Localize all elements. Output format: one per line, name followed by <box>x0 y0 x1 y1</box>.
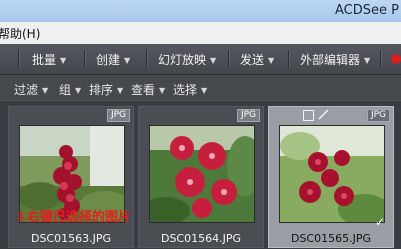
caret-down-icon: ▼ <box>117 86 124 95</box>
slideshow-label: 幻灯放映 <box>158 53 207 67</box>
thumbnail-filename: DSC01564.JPG <box>160 232 242 245</box>
window-title: ACDSee P <box>335 3 399 18</box>
thumbnail-grid: JPG DSC01563.JPG JPG DSC01564.JPG JPG ✓ … <box>0 103 401 249</box>
batch-menu-button[interactable]: 批量 ▼ <box>32 51 66 68</box>
select-menu-button[interactable]: 选择 ▼ <box>173 81 207 98</box>
toolbar-separator <box>380 50 381 68</box>
caret-down-icon: ▼ <box>60 56 67 65</box>
toolbar-separator <box>18 50 19 68</box>
menu-help[interactable]: 帮助(H) <box>0 25 40 42</box>
send-label: 发送 <box>240 53 265 67</box>
select-checkbox[interactable] <box>303 110 314 121</box>
thumbnail-item[interactable]: JPG <box>8 106 134 248</box>
caret-down-icon: ▼ <box>124 56 131 65</box>
menu-bar: 帮助(H) <box>0 22 401 45</box>
view-label: 查看 <box>131 83 156 97</box>
caret-down-icon: ▼ <box>364 56 371 65</box>
thumbnail-image <box>149 125 255 223</box>
batch-label: 批量 <box>32 53 57 67</box>
sort-label: 排序 <box>89 83 114 97</box>
red-circle-icon[interactable] <box>391 54 401 64</box>
send-menu-button[interactable]: 发送 ▼ <box>240 51 274 68</box>
main-toolbar: 批量 ▼ 创建 ▼ 幻灯放映 ▼ 发送 ▼ 外部编辑器 ▼ <box>0 44 401 75</box>
create-menu-button[interactable]: 创建 ▼ <box>96 51 130 68</box>
thumbnail-filename: DSC01565.JPG <box>290 232 372 245</box>
external-editor-label: 外部编辑器 <box>300 53 361 67</box>
thumbnail-item[interactable]: JPG <box>138 106 264 248</box>
toolbar-separator <box>228 50 229 68</box>
group-menu-button[interactable]: 组 ▼ <box>59 81 81 98</box>
group-label: 组 <box>59 83 72 97</box>
caret-down-icon: ▼ <box>210 56 217 65</box>
filter-label: 过滤 <box>14 83 39 97</box>
select-label: 选择 <box>173 83 198 97</box>
sort-menu-button[interactable]: 排序 ▼ <box>89 81 123 98</box>
caret-down-icon: ▼ <box>268 56 275 65</box>
title-bar: ACDSee P <box>0 0 401 22</box>
toolbar-separator <box>146 50 147 68</box>
toolbar-separator <box>288 50 289 68</box>
file-type-badge: JPG <box>106 109 130 122</box>
external-editor-menu-button[interactable]: 外部编辑器 ▼ <box>300 51 370 68</box>
caret-down-icon: ▼ <box>42 86 49 95</box>
filter-menu-button[interactable]: 过滤 ▼ <box>14 81 48 98</box>
file-type-badge: JPG <box>236 109 260 122</box>
edit-pencil-icon[interactable] <box>317 108 329 120</box>
annotation-text: ①右键已选择的图片 <box>16 210 132 225</box>
caret-down-icon: ▼ <box>75 86 82 95</box>
browse-toolbar: 过滤 ▼ 组 ▼ 排序 ▼ 查看 ▼ 选择 ▼ <box>0 75 401 103</box>
thumbnail-item-selected[interactable]: JPG ✓ DSC01565.JPG <box>268 106 394 248</box>
file-type-badge: JPG <box>366 109 390 122</box>
slideshow-menu-button[interactable]: 幻灯放映 ▼ <box>158 51 216 68</box>
caret-down-icon: ▼ <box>201 86 208 95</box>
caret-down-icon: ▼ <box>159 86 166 95</box>
create-label: 创建 <box>96 53 121 67</box>
view-menu-button[interactable]: 查看 ▼ <box>131 81 165 98</box>
thumbnail-filename: DSC01563.JPG <box>30 232 112 245</box>
thumbnail-image <box>279 125 385 223</box>
selected-checkmark-icon: ✓ <box>374 215 385 229</box>
toolbar-separator <box>84 50 85 68</box>
